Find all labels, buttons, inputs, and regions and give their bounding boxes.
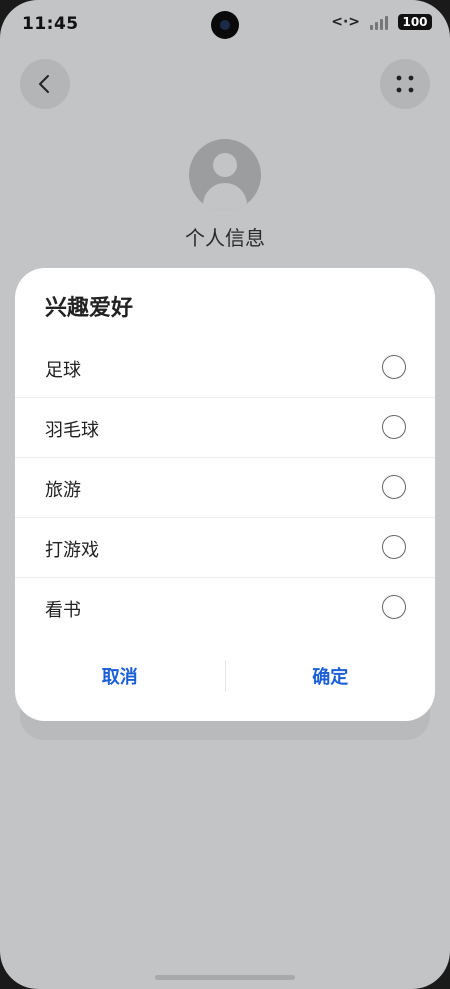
radio-button[interactable] [382,355,406,379]
chevron-left-icon [39,75,49,93]
options-list: 足球 羽毛球 旅游 打游戏 看书 [15,338,435,638]
back-button[interactable] [20,59,70,109]
radio-button[interactable] [382,475,406,499]
option-label: 足球 [45,360,81,381]
more-options-button[interactable] [380,59,430,109]
option-badminton[interactable]: 羽毛球 [15,398,435,458]
page-title: 个人信息 [185,226,265,250]
option-label: 羽毛球 [45,420,99,441]
option-football[interactable]: 足球 [15,338,435,398]
option-travel[interactable]: 旅游 [15,458,435,518]
interest-dialog: 兴趣爱好 足球 羽毛球 旅游 打游戏 看书 取消 确定 [15,268,435,721]
status-icons: <·> 100 [331,14,432,30]
radio-button[interactable] [382,535,406,559]
option-label: 打游戏 [45,540,99,561]
confirm-button[interactable]: 确定 [226,658,436,694]
option-label: 旅游 [45,480,81,501]
battery-icon: 100 [398,14,432,30]
signal-icon [368,14,390,30]
home-indicator[interactable] [155,975,295,980]
phone-screen: 11:45 <·> 100 个人信息 兴趣爱好 足球 羽毛球 旅游 打游戏 看书… [0,0,450,989]
user-avatar-icon[interactable] [189,139,261,211]
camera-cutout [211,11,239,39]
option-gaming[interactable]: 打游戏 [15,518,435,578]
data-transfer-icon: <·> [331,14,360,30]
grid-dots-icon [396,75,414,93]
avatar-head [213,153,237,177]
dialog-actions: 取消 确定 [15,658,435,694]
radio-button[interactable] [382,415,406,439]
dialog-title: 兴趣爱好 [45,296,134,321]
status-time: 11:45 [22,14,79,34]
cancel-button[interactable]: 取消 [15,658,225,694]
status-bar: 11:45 <·> 100 [0,0,450,50]
option-reading[interactable]: 看书 [15,578,435,638]
option-label: 看书 [45,600,81,621]
avatar-body [203,183,247,211]
radio-button[interactable] [382,595,406,619]
